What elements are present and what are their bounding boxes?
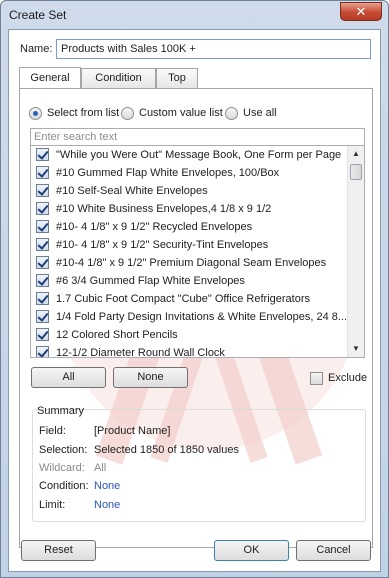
list-item-label: #10 Gummed Flap White Envelopes, 100/Box xyxy=(56,167,280,179)
scroll-down-arrow-icon[interactable]: ▼ xyxy=(348,341,364,357)
tab-top[interactable]: Top xyxy=(156,68,198,88)
exclude-label: Exclude xyxy=(328,372,368,384)
summary-selection-value: Selected 1850 of 1850 values xyxy=(94,444,239,456)
summary-limit-label: Limit: xyxy=(39,499,66,511)
checkbox-checked-icon[interactable] xyxy=(36,166,49,179)
summary-field-value: [Product Name] xyxy=(94,425,171,437)
summary-wildcard-label: Wildcard: xyxy=(39,462,85,474)
list-item[interactable]: 1.7 Cubic Foot Compact "Cube" Office Ref… xyxy=(31,290,346,308)
list-item-label: #6 3/4 Gummed Flap White Envelopes xyxy=(56,275,245,287)
summary-title: Summary xyxy=(37,405,85,417)
tab-top-label: Top xyxy=(168,72,186,84)
list-item-label: #10 Self-Seal White Envelopes xyxy=(56,185,208,197)
close-icon: ✕ xyxy=(355,4,367,19)
summary-field-label: Field: xyxy=(39,425,66,437)
list-item-label: #10 White Business Envelopes,4 1/8 x 9 1… xyxy=(56,203,272,215)
reset-button[interactable]: Reset xyxy=(21,540,96,561)
list-item-label: #10- 4 1/8" x 9 1/2" Security-Tint Envel… xyxy=(56,239,269,251)
checkbox-checked-icon[interactable] xyxy=(36,310,49,323)
list-item[interactable]: #10 Self-Seal White Envelopes xyxy=(31,182,346,200)
dialog-title: Create Set xyxy=(9,8,67,22)
summary-wildcard-value: All xyxy=(94,462,107,474)
search-input[interactable] xyxy=(30,128,365,146)
checkbox-checked-icon[interactable] xyxy=(36,256,49,269)
list-item[interactable]: "While you Were Out" Message Book, One F… xyxy=(31,146,346,164)
radio-custom-value-list[interactable]: Custom value list xyxy=(121,106,223,122)
list-item-label: 12-1/2 Diameter Round Wall Clock xyxy=(56,347,225,358)
list-item-label: #10-4 1/8" x 9 1/2" Premium Diagonal Sea… xyxy=(56,257,327,269)
value-list: "While you Were Out" Message Book, One F… xyxy=(30,146,365,358)
checkbox-checked-icon[interactable] xyxy=(36,328,49,341)
checkbox-checked-icon[interactable] xyxy=(36,202,49,215)
checkbox-checked-icon[interactable] xyxy=(36,292,49,305)
summary-condition-link[interactable]: None xyxy=(94,480,120,492)
list-item[interactable]: #10- 4 1/8" x 9 1/2" Security-Tint Envel… xyxy=(31,236,346,254)
list-item[interactable]: #10-4 1/8" x 9 1/2" Premium Diagonal Sea… xyxy=(31,254,346,272)
radio-unselected-icon xyxy=(121,107,134,120)
cancel-button[interactable]: Cancel xyxy=(296,540,371,561)
radio-use-all[interactable]: Use all xyxy=(225,106,285,122)
ok-button[interactable]: OK xyxy=(214,540,289,561)
radio-selected-icon xyxy=(29,107,42,120)
summary-limit-link[interactable]: None xyxy=(94,499,120,511)
dialog-body: Name: General Condition Top Select from … xyxy=(8,29,381,572)
checkbox-checked-icon[interactable] xyxy=(36,220,49,233)
radio-select-from-list-label: Select from list xyxy=(47,107,120,119)
radio-custom-value-list-label: Custom value list xyxy=(139,107,223,119)
list-item-label: "While you Were Out" Message Book, One F… xyxy=(56,149,342,161)
tab-general[interactable]: General xyxy=(19,67,81,88)
checkbox-checked-icon[interactable] xyxy=(36,274,49,287)
list-item-label: 1/4 Fold Party Design Invitations & Whit… xyxy=(56,311,346,323)
checkbox-unchecked-icon[interactable] xyxy=(310,372,323,385)
list-item-label: 12 Colored Short Pencils xyxy=(56,329,178,341)
select-all-button[interactable]: All xyxy=(31,367,106,388)
checkbox-checked-icon[interactable] xyxy=(36,238,49,251)
checkbox-checked-icon[interactable] xyxy=(36,148,49,161)
tab-condition-label: Condition xyxy=(95,72,142,84)
close-button[interactable]: ✕ xyxy=(340,2,382,21)
list-item[interactable]: #6 3/4 Gummed Flap White Envelopes xyxy=(31,272,346,290)
select-none-button[interactable]: None xyxy=(113,367,188,388)
scroll-thumb[interactable] xyxy=(350,164,362,180)
list-item[interactable]: 12 Colored Short Pencils xyxy=(31,326,346,344)
title-bar[interactable]: Create Set ✕ xyxy=(1,1,388,29)
checkbox-checked-icon[interactable] xyxy=(36,346,49,357)
radio-select-from-list[interactable]: Select from list xyxy=(29,106,129,122)
create-set-dialog: Create Set ✕ Name: General Condition Top xyxy=(0,0,389,578)
list-item[interactable]: #10 White Business Envelopes,4 1/8 x 9 1… xyxy=(31,200,346,218)
summary-condition-label: Condition: xyxy=(39,480,89,492)
set-name-input[interactable] xyxy=(56,39,371,59)
list-item[interactable]: #10 Gummed Flap White Envelopes, 100/Box xyxy=(31,164,346,182)
radio-unselected-icon xyxy=(225,107,238,120)
name-label: Name: xyxy=(20,43,53,55)
tab-condition[interactable]: Condition xyxy=(81,68,156,88)
list-item-label: 1.7 Cubic Foot Compact "Cube" Office Ref… xyxy=(56,293,310,305)
list-item[interactable]: 1/4 Fold Party Design Invitations & Whit… xyxy=(31,308,346,326)
tab-general-label: General xyxy=(30,72,70,84)
summary-selection-label: Selection: xyxy=(39,444,88,456)
list-item-label: #10- 4 1/8" x 9 1/2" Recycled Envelopes xyxy=(56,221,253,233)
checkbox-checked-icon[interactable] xyxy=(36,184,49,197)
list-item[interactable]: 12-1/2 Diameter Round Wall Clock xyxy=(31,344,346,358)
scroll-up-arrow-icon[interactable]: ▲ xyxy=(348,146,364,162)
list-scrollbar[interactable]: ▲ ▼ xyxy=(347,146,364,357)
list-item[interactable]: #10- 4 1/8" x 9 1/2" Recycled Envelopes xyxy=(31,218,346,236)
radio-use-all-label: Use all xyxy=(243,107,277,119)
